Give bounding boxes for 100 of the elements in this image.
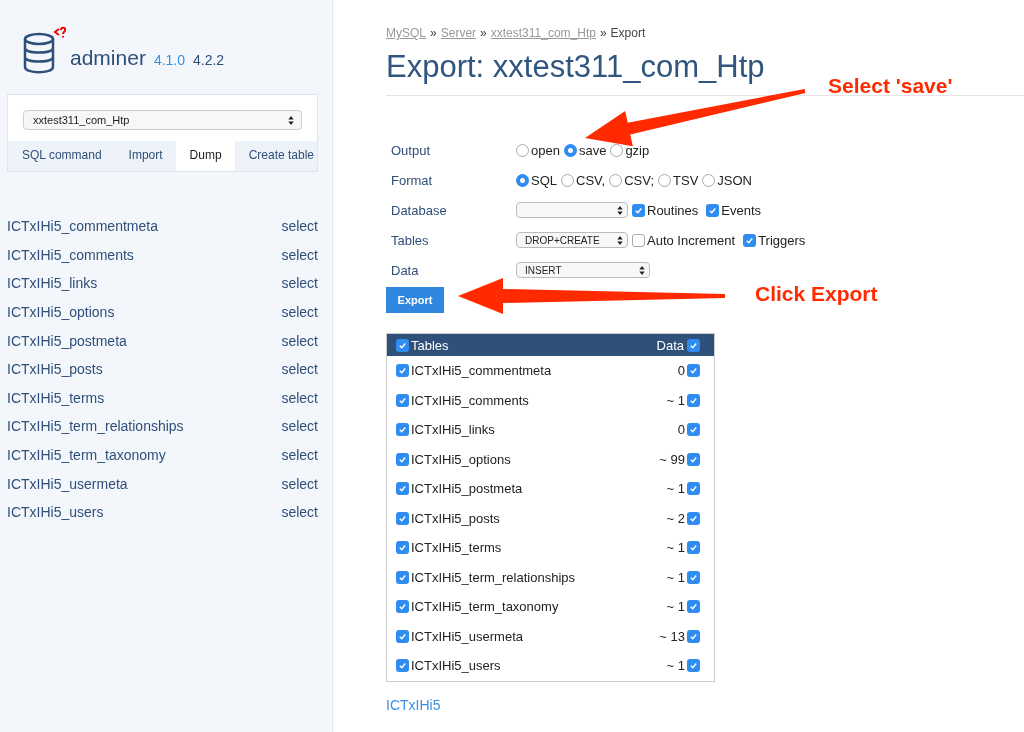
checkmark-icon [689, 366, 698, 376]
checkbox[interactable] [706, 203, 720, 217]
updown-arrows-icon [288, 115, 294, 125]
table-name: ICTxIHi5_usermeta [411, 628, 523, 644]
table-link[interactable]: ICTxIHi5_posts [7, 361, 103, 378]
dropdown-select[interactable]: INSERT [516, 262, 650, 278]
checkmark-icon [398, 631, 407, 641]
checkbox[interactable] [687, 452, 700, 466]
checkbox[interactable] [396, 364, 409, 378]
checkbox[interactable] [687, 600, 700, 614]
version-text: 4.2.2 [193, 52, 225, 68]
checkbox[interactable] [687, 629, 700, 643]
radio-button[interactable] [561, 173, 574, 187]
menu-tab[interactable]: Import [114, 141, 176, 171]
option-label: open [531, 142, 560, 158]
table-link[interactable]: ICTxIHi5_commentmeta [7, 218, 158, 235]
table-link[interactable]: ICTxIHi5_postmeta [7, 332, 127, 349]
checkmark-icon [708, 205, 718, 215]
option-label: gzip [625, 142, 650, 158]
checkbox[interactable] [396, 629, 409, 643]
select-link[interactable]: select [281, 447, 318, 464]
checkbox[interactable] [396, 482, 409, 496]
checkbox[interactable] [396, 393, 409, 407]
table-name: ICTxIHi5_term_taxonomy [411, 599, 559, 615]
table-link[interactable]: ICTxIHi5_options [7, 304, 115, 321]
table-link[interactable]: ICTxIHi5_terms [7, 389, 105, 406]
checkmark-icon [689, 425, 698, 435]
checkbox[interactable] [396, 423, 409, 437]
radio-button[interactable] [609, 173, 623, 187]
radio-button[interactable] [563, 143, 577, 157]
checkbox[interactable] [687, 511, 700, 525]
select-link[interactable]: select [281, 275, 318, 292]
checkbox[interactable] [396, 570, 409, 584]
checkbox-label: Routines [647, 202, 699, 218]
app-name: adminer [70, 47, 146, 68]
checkbox[interactable] [687, 659, 700, 673]
export-button[interactable]: Export [386, 287, 444, 313]
dropdown-select[interactable] [516, 202, 628, 218]
checkmark-icon [398, 513, 407, 523]
table-name: ICTxIHi5_users [411, 658, 501, 674]
radio-button[interactable] [610, 143, 624, 157]
checkbox[interactable] [687, 338, 700, 352]
checkbox[interactable] [396, 600, 409, 614]
database-select[interactable]: xxtest311_com_Htp [23, 110, 302, 130]
select-link[interactable]: select [281, 246, 318, 263]
checkmark-icon [398, 395, 407, 405]
select-link[interactable]: select [281, 504, 318, 521]
checkbox[interactable] [687, 423, 700, 437]
checkbox[interactable] [687, 393, 700, 407]
row-count: 0 [677, 363, 685, 379]
table-name: ICTxIHi5_postmeta [411, 481, 523, 497]
select-link[interactable]: select [281, 218, 318, 235]
checkbox[interactable] [687, 541, 700, 555]
select-link[interactable]: select [281, 332, 318, 349]
checkbox-label: Triggers [758, 232, 806, 248]
checkmark-icon [398, 543, 407, 553]
select-link[interactable]: select [281, 389, 318, 406]
table-link[interactable]: ICTxIHi5_term_taxonomy [7, 447, 166, 464]
select-link[interactable]: select [281, 304, 318, 321]
checkbox[interactable] [396, 511, 409, 525]
radio-button[interactable] [702, 173, 716, 187]
checkmark-icon [689, 661, 698, 671]
select-link[interactable]: select [281, 418, 318, 435]
radio-button[interactable] [658, 173, 672, 187]
checkmark-icon [689, 395, 698, 405]
checkbox[interactable] [396, 541, 409, 555]
checkbox[interactable] [687, 482, 700, 496]
row-count: ~ 1 [666, 481, 685, 497]
table-name: ICTxIHi5_commentmeta [411, 363, 552, 379]
table-link[interactable]: ICTxIHi5_comments [7, 246, 134, 263]
checkmark-icon [398, 425, 407, 435]
checkmark-icon [745, 235, 755, 245]
checkbox[interactable] [396, 452, 409, 466]
checkbox-label: Auto Increment [647, 232, 736, 248]
checkbox[interactable] [396, 659, 409, 673]
menu-tab[interactable]: Create table [234, 141, 327, 171]
table-link[interactable]: ICTxIHi5_term_relationships [7, 418, 184, 435]
checkbox[interactable] [687, 570, 700, 584]
table-link[interactable]: ICTxIHi5_users [7, 504, 104, 521]
checkmark-icon [398, 454, 407, 464]
row-count: ~ 1 [666, 658, 685, 674]
select-link[interactable]: select [281, 475, 318, 492]
checkbox[interactable] [743, 233, 757, 247]
checkbox[interactable] [632, 233, 645, 247]
menu-tab[interactable]: Dump [175, 141, 235, 171]
radio-button[interactable] [516, 143, 529, 157]
checkbox[interactable] [396, 338, 409, 352]
header-label: Tables [411, 337, 449, 353]
table-link[interactable]: ICTxIHi5_links [7, 275, 98, 292]
radio-button[interactable] [516, 173, 529, 187]
select-link[interactable]: select [281, 361, 318, 378]
dropdown-select[interactable]: DROP+CREATE [516, 232, 628, 248]
database-logo-icon [22, 26, 66, 74]
checkbox-label: Events [721, 202, 762, 218]
database-link[interactable]: ICTxIHi5 [386, 696, 1024, 713]
checkbox[interactable] [632, 203, 645, 217]
menu-tab[interactable]: SQL command [8, 141, 115, 171]
checkmark-icon [689, 572, 698, 582]
table-link[interactable]: ICTxIHi5_usermeta [7, 475, 128, 492]
checkbox[interactable] [687, 364, 700, 378]
